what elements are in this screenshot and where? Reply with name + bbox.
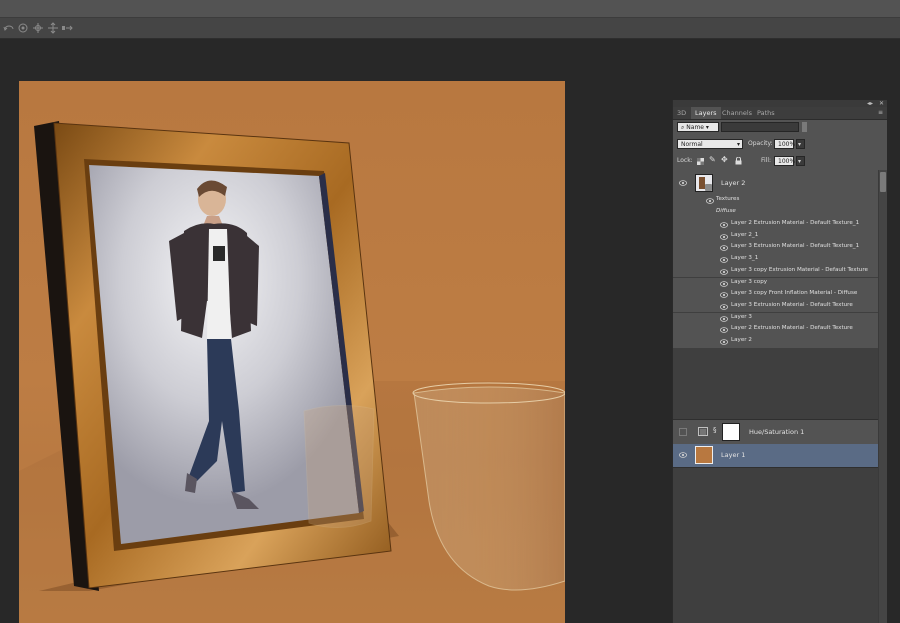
layer-row-hue-saturation[interactable]: § Hue/Saturation 1 bbox=[673, 419, 878, 445]
texture-item-label: Layer 2_1 bbox=[731, 231, 759, 238]
brush-icon[interactable]: ✎ bbox=[709, 155, 716, 164]
checkerboard-icon[interactable] bbox=[697, 158, 704, 165]
layer-name[interactable]: Layer 1 bbox=[721, 451, 745, 459]
document-canvas[interactable] bbox=[19, 81, 565, 623]
filter-toggle[interactable] bbox=[802, 122, 807, 132]
layer-thumbnail bbox=[695, 174, 713, 192]
eye-icon[interactable] bbox=[706, 198, 714, 204]
texture-item-label: Layer 3 Extrusion Material - Default Tex… bbox=[731, 301, 853, 308]
texture-item[interactable]: Layer 3_1 bbox=[673, 254, 878, 266]
pan-3d-icon[interactable] bbox=[32, 22, 44, 34]
tab-layers[interactable]: Layers bbox=[691, 107, 721, 119]
adjustment-layer-icon bbox=[698, 427, 708, 436]
filter-kind-label: Name bbox=[686, 124, 704, 131]
mask-thumbnail[interactable] bbox=[722, 423, 740, 441]
texture-item[interactable]: Layer 3 Extrusion Material - Default Tex… bbox=[673, 300, 878, 313]
textures-label: Textures bbox=[716, 196, 740, 202]
search-icon: ⌕ bbox=[681, 124, 685, 131]
texture-item[interactable]: Layer 3 bbox=[673, 312, 878, 325]
rotate-3d-icon[interactable] bbox=[3, 22, 15, 34]
layer-thumbnail bbox=[695, 446, 713, 464]
opacity-dropdown[interactable]: ▾ bbox=[796, 139, 805, 149]
panel-tabs: 3D Layers Channels Paths ≡ bbox=[673, 107, 887, 120]
eye-icon[interactable] bbox=[720, 268, 728, 275]
fill-dropdown[interactable]: ▾ bbox=[796, 156, 805, 166]
collapse-icon[interactable]: ◂▸ bbox=[867, 100, 873, 107]
eye-icon[interactable] bbox=[720, 292, 728, 298]
fill-input[interactable]: 100% bbox=[774, 156, 795, 166]
layers-scrollbar[interactable] bbox=[878, 170, 887, 623]
tab-channels[interactable]: Channels bbox=[718, 107, 756, 119]
move-icon[interactable]: ✥ bbox=[721, 155, 728, 164]
diffuse-label: Diffuse bbox=[716, 208, 736, 214]
texture-item[interactable]: Layer 2 Extrusion Material - Default Tex… bbox=[673, 219, 878, 231]
filter-input[interactable] bbox=[721, 122, 799, 132]
texture-item-label: Layer 3 copy bbox=[731, 278, 768, 285]
lock-row: Lock: ✎ ✥ Fill: 100% ▾ bbox=[673, 154, 879, 168]
eye-icon[interactable] bbox=[720, 233, 728, 240]
texture-item-label: Layer 3 Extrusion Material - Default Tex… bbox=[731, 243, 860, 250]
eye-icon[interactable] bbox=[720, 245, 728, 252]
eye-icon[interactable] bbox=[679, 180, 687, 186]
options-bar bbox=[0, 18, 900, 39]
filter-kind-select[interactable]: ⌕ Name ▾ bbox=[677, 122, 719, 132]
close-icon[interactable]: ✕ bbox=[879, 100, 884, 107]
texture-item-label: Layer 3 bbox=[731, 313, 752, 320]
filter-row: ⌕ Name ▾ bbox=[673, 121, 879, 134]
visibility-toggle[interactable] bbox=[679, 428, 687, 436]
scrollbar-thumb[interactable] bbox=[880, 172, 886, 192]
layer-name[interactable]: Hue/Saturation 1 bbox=[749, 428, 804, 436]
layer-name[interactable]: Layer 2 bbox=[721, 179, 745, 187]
texture-item-label: Layer 2 Extrusion Material - Default Tex… bbox=[731, 325, 853, 332]
texture-item[interactable]: Layer 3 copy bbox=[673, 277, 878, 290]
layers-list: Layer 2 Textures Diffuse Layer 2 Extrusi… bbox=[673, 171, 878, 623]
texture-item[interactable]: Layer 3 copy Front Inflation Material - … bbox=[673, 289, 878, 301]
texture-item-label: Layer 2 Extrusion Material - Default Tex… bbox=[731, 220, 860, 226]
menu-bar bbox=[0, 0, 900, 18]
layer-row-layer-2[interactable]: Layer 2 bbox=[673, 171, 878, 196]
blend-mode-select[interactable]: Normal ▾ bbox=[677, 139, 743, 149]
eye-icon[interactable] bbox=[720, 327, 728, 334]
eye-icon[interactable] bbox=[720, 339, 728, 345]
eye-icon[interactable] bbox=[679, 452, 687, 458]
texture-item-label: Layer 3_1 bbox=[731, 255, 759, 262]
opacity-input[interactable]: 100% bbox=[774, 139, 795, 149]
lock-icon[interactable] bbox=[735, 157, 742, 165]
layers-panel: ◂▸ ✕ 3D Layers Channels Paths ≡ ⌕ Name ▾… bbox=[672, 100, 887, 623]
scale-3d-icon[interactable] bbox=[61, 22, 73, 34]
opacity-label: Opacity: bbox=[748, 140, 773, 147]
roll-3d-icon[interactable] bbox=[17, 22, 29, 34]
texture-item[interactable]: Layer 2 Extrusion Material - Default Tex… bbox=[673, 324, 878, 336]
eye-icon[interactable] bbox=[720, 257, 728, 263]
slide-3d-icon[interactable] bbox=[47, 22, 59, 34]
texture-item-label: Layer 3 copy Front Inflation Material - … bbox=[731, 290, 858, 297]
eye-icon[interactable] bbox=[720, 315, 728, 322]
tab-paths[interactable]: Paths bbox=[753, 107, 779, 119]
layer-row-layer-1[interactable]: Layer 1 bbox=[673, 444, 878, 468]
panel-menu-icon[interactable]: ≡ bbox=[878, 109, 883, 116]
diffuse-header[interactable]: Diffuse bbox=[673, 207, 878, 219]
blend-row: Normal ▾ Opacity: 100% ▾ bbox=[673, 137, 879, 151]
texture-item[interactable]: Layer 2_1 bbox=[673, 230, 878, 243]
texture-item[interactable]: Layer 3 Extrusion Material - Default Tex… bbox=[673, 242, 878, 254]
tab-3d[interactable]: 3D bbox=[673, 107, 690, 119]
eye-icon[interactable] bbox=[720, 280, 728, 287]
fill-label: Fill: bbox=[761, 157, 772, 164]
eye-icon[interactable] bbox=[720, 222, 728, 228]
blend-mode-value: Normal bbox=[681, 141, 703, 148]
panel-header: ◂▸ ✕ bbox=[673, 100, 887, 107]
lock-label: Lock: bbox=[677, 157, 693, 164]
eye-icon[interactable] bbox=[720, 304, 728, 310]
texture-item[interactable]: Layer 2 bbox=[673, 336, 878, 348]
texture-item-label: Layer 3 copy Extrusion Material - Defaul… bbox=[731, 266, 868, 273]
texture-item-label: Layer 2 bbox=[731, 337, 752, 343]
textures-header[interactable]: Textures bbox=[673, 195, 878, 207]
chain-link-icon[interactable]: § bbox=[713, 426, 717, 434]
texture-item[interactable]: Layer 3 copy Extrusion Material - Defaul… bbox=[673, 265, 878, 278]
